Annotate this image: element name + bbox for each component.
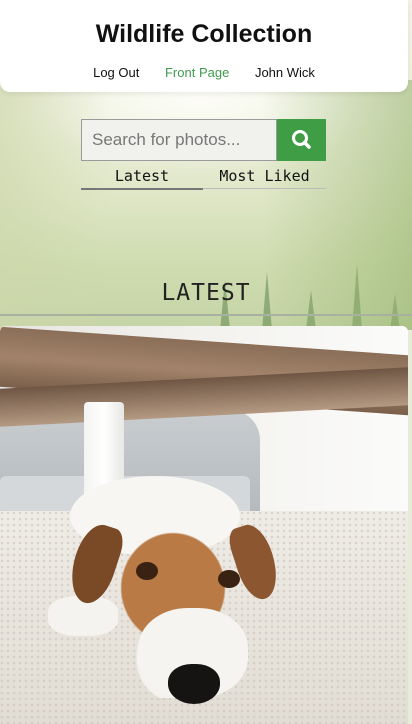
section-heading: LATEST <box>161 280 251 306</box>
sort-tabs: Latest Most Liked <box>81 166 326 190</box>
nav-user-link[interactable]: John Wick <box>255 65 315 80</box>
tab-most-liked[interactable]: Most Liked <box>203 166 326 189</box>
search-button[interactable] <box>277 119 326 161</box>
search-icon <box>292 130 311 149</box>
photo-card[interactable] <box>0 326 408 724</box>
photo-dog-nose <box>168 664 220 704</box>
nav-front-page-link[interactable]: Front Page <box>165 65 229 80</box>
tab-latest[interactable]: Latest <box>81 166 203 190</box>
site-header: Wildlife Collection Log Out Front Page J… <box>0 0 408 92</box>
photo-dog-eye-left <box>136 562 158 580</box>
photo-dog-eye-right <box>218 570 240 588</box>
main-nav: Log Out Front Page John Wick <box>0 65 408 80</box>
search-bar <box>81 119 326 161</box>
site-title: Wildlife Collection <box>95 20 313 48</box>
search-input[interactable] <box>81 119 277 161</box>
section-divider <box>0 314 412 316</box>
nav-logout-link[interactable]: Log Out <box>93 65 139 80</box>
